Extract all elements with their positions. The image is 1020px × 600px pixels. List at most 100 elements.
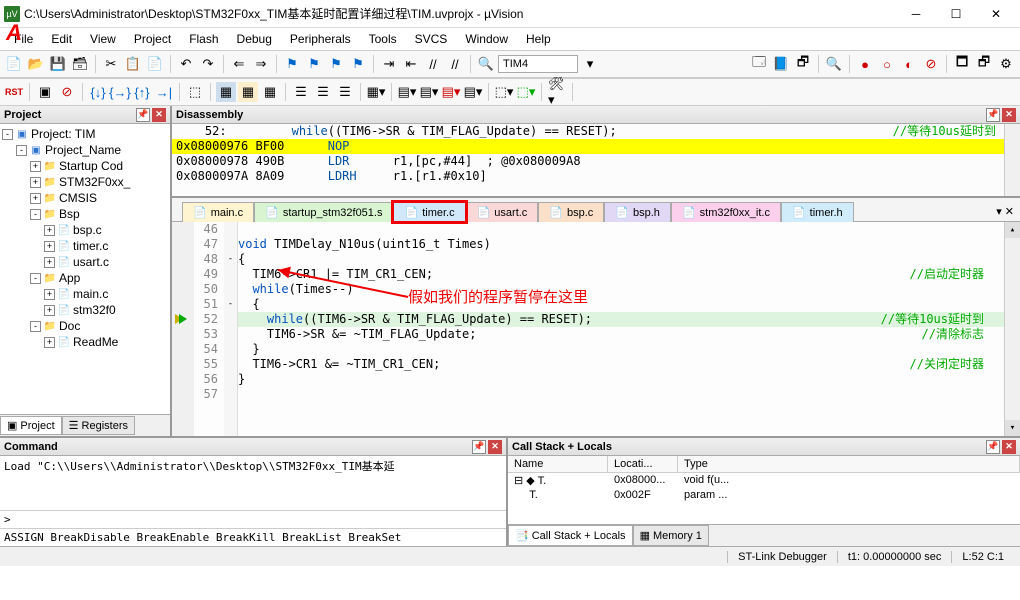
tab-memory[interactable]: ▦Memory 1 bbox=[633, 525, 709, 546]
tab-project[interactable]: ▣Project bbox=[0, 416, 62, 435]
disasm-line[interactable]: 0x08000978 490B LDR r1,[pc,#44] ; @0x080… bbox=[172, 154, 1020, 169]
panel-close-icon[interactable]: ✕ bbox=[1002, 440, 1016, 454]
col-name[interactable]: Name bbox=[508, 456, 608, 472]
tab-bsp-c[interactable]: 📄bsp.c bbox=[538, 202, 604, 222]
tree-toggle-icon[interactable]: + bbox=[30, 177, 41, 188]
tree-group-startup cod[interactable]: +📁Startup Cod bbox=[2, 158, 168, 174]
find-drop-icon[interactable]: ▾ bbox=[580, 54, 600, 74]
bp-kill-icon[interactable]: ⊘ bbox=[921, 54, 941, 74]
code-line[interactable] bbox=[238, 387, 1004, 402]
menu-help[interactable]: Help bbox=[518, 30, 559, 48]
code-line[interactable]: } bbox=[238, 342, 1004, 357]
indent-icon[interactable]: ⇥ bbox=[379, 54, 399, 74]
undo-icon[interactable]: ↶ bbox=[176, 54, 196, 74]
tree-group-cmsis[interactable]: +📁CMSIS bbox=[2, 190, 168, 206]
win3-icon[interactable]: ▦ bbox=[260, 82, 280, 102]
toggle-b-icon[interactable]: 📘 bbox=[771, 54, 791, 74]
tree-toggle-icon[interactable]: - bbox=[30, 273, 41, 284]
breakpoint-arrow-icon[interactable] bbox=[175, 312, 191, 326]
col-location[interactable]: Locati... bbox=[608, 456, 678, 472]
copy-icon[interactable]: 📋 bbox=[123, 54, 143, 74]
tree-group-app[interactable]: -📁App bbox=[2, 270, 168, 286]
config-icon[interactable]: ⚙ bbox=[996, 54, 1016, 74]
tab-close-icon[interactable]: ✕ bbox=[1005, 206, 1014, 218]
tab-bsp-h[interactable]: 📄bsp.h bbox=[604, 202, 671, 222]
disasm-line[interactable]: 0x08000976 BF00 NOP bbox=[172, 139, 1020, 154]
tree-file-stm32f0[interactable]: +📄stm32f0 bbox=[2, 302, 168, 318]
scroll-down-icon[interactable]: ▾ bbox=[1005, 420, 1020, 436]
bookmark-prev-icon[interactable]: ⚑ bbox=[304, 54, 324, 74]
disassembly-body[interactable]: 52: while((TIM6->SR & TIM_FLAG_Update) =… bbox=[172, 124, 1020, 196]
nav-back-icon[interactable]: ⇐ bbox=[229, 54, 249, 74]
tree-toggle-icon[interactable]: - bbox=[30, 321, 41, 332]
bp-enable-icon[interactable]: ○ bbox=[877, 54, 897, 74]
tree-target[interactable]: -▣Project_Name bbox=[2, 142, 168, 158]
toggle-a-icon[interactable]: 🗔 bbox=[749, 54, 769, 74]
tree-toggle-icon[interactable]: + bbox=[44, 305, 55, 316]
window-b-icon[interactable]: 🗗 bbox=[974, 54, 994, 74]
trace1-icon[interactable]: ⬚▾ bbox=[494, 82, 514, 102]
minimize-button[interactable]: ─ bbox=[896, 2, 936, 26]
code-line[interactable]: TIM6->SR &= ~TIM_FLAG_Update;//清除标志 bbox=[238, 327, 1004, 342]
run-icon[interactable]: ▣ bbox=[35, 82, 55, 102]
project-tree[interactable]: -▣Project: TIM-▣Project_Name+📁Startup Co… bbox=[0, 124, 170, 414]
disasm-line[interactable]: 0x0800097A 8A09 LDRH r1.[r1.#0x10] bbox=[172, 169, 1020, 184]
code-line[interactable] bbox=[238, 222, 1004, 237]
pin-icon[interactable]: 📌 bbox=[986, 108, 1000, 122]
scroll-up-icon[interactable]: ▴ bbox=[1005, 222, 1020, 238]
open-file-icon[interactable]: 📂 bbox=[26, 54, 46, 74]
stop-icon[interactable]: ⊘ bbox=[57, 82, 77, 102]
step-into-icon[interactable]: {↓} bbox=[88, 82, 108, 102]
callstack-body[interactable]: Name Locati... Type ⊟ ◆ T.0x08000...void… bbox=[508, 456, 1020, 524]
editor-scrollbar[interactable]: ▴ ▾ bbox=[1004, 222, 1020, 436]
bp-disable-icon[interactable]: ◐ bbox=[899, 54, 919, 74]
menu-svcs[interactable]: SVCS bbox=[407, 30, 456, 48]
win1-icon[interactable]: ▦ bbox=[216, 82, 236, 102]
tree-root[interactable]: -▣Project: TIM bbox=[2, 126, 168, 142]
win5-icon[interactable]: ☰ bbox=[313, 82, 333, 102]
tab-registers[interactable]: ☰Registers bbox=[62, 416, 135, 435]
win2-icon[interactable]: ▦ bbox=[238, 82, 258, 102]
tab-timer-h[interactable]: 📄timer.h bbox=[781, 202, 854, 222]
panel-close-icon[interactable]: ✕ bbox=[1002, 108, 1016, 122]
pin-icon[interactable]: 📌 bbox=[986, 440, 1000, 454]
trace2-icon[interactable]: ⬚▾ bbox=[516, 82, 536, 102]
tree-toggle-icon[interactable]: - bbox=[16, 145, 27, 156]
tree-group-bsp[interactable]: -📁Bsp bbox=[2, 206, 168, 222]
tab-startup_stm32f051-s[interactable]: 📄startup_stm32f051.s bbox=[254, 202, 393, 222]
menu-edit[interactable]: Edit bbox=[43, 30, 80, 48]
tree-file-main.c[interactable]: +📄main.c bbox=[2, 286, 168, 302]
save-all-icon[interactable]: 🗃 bbox=[70, 54, 90, 74]
menu-debug[interactable]: Debug bbox=[229, 30, 280, 48]
disasm-line[interactable]: 52: while((TIM6->SR & TIM_FLAG_Update) =… bbox=[172, 124, 1020, 139]
tree-file-usart.c[interactable]: +📄usart.c bbox=[2, 254, 168, 270]
cut-icon[interactable]: ✂ bbox=[101, 54, 121, 74]
tree-toggle-icon[interactable]: + bbox=[44, 257, 55, 268]
win4-icon[interactable]: ☰ bbox=[291, 82, 311, 102]
tab-dropdown-icon[interactable]: ▾ bbox=[996, 206, 1002, 218]
show-disasm-icon[interactable]: ⬚ bbox=[185, 82, 205, 102]
menu-view[interactable]: View bbox=[82, 30, 124, 48]
pin-icon[interactable]: 📌 bbox=[136, 108, 150, 122]
command-input[interactable] bbox=[15, 511, 506, 528]
code-line[interactable]: TIM6->CR1 &= ~TIM_CR1_CEN;//关闭定时器 bbox=[238, 357, 1004, 372]
tab-timer-c[interactable]: 📄timer.c bbox=[393, 202, 465, 222]
toggle-c-icon[interactable]: 🗗 bbox=[793, 54, 813, 74]
redo-icon[interactable]: ↷ bbox=[198, 54, 218, 74]
tree-toggle-icon[interactable]: + bbox=[44, 225, 55, 236]
find-folder-icon[interactable]: 🔍 bbox=[476, 54, 496, 74]
stack-row[interactable]: ⊟ ◆ T.0x08000...void f(u... bbox=[508, 473, 1020, 488]
debug-start-icon[interactable]: 🔍 bbox=[824, 54, 844, 74]
outdent-icon[interactable]: ⇤ bbox=[401, 54, 421, 74]
code-line[interactable]: while((TIM6->SR & TIM_FLAG_Update) == RE… bbox=[238, 312, 1004, 327]
code-line[interactable]: TIM6->CR1 |= TIM_CR1_CEN;//启动定时器 bbox=[238, 267, 1004, 282]
analysis4-icon[interactable]: ▤▾ bbox=[463, 82, 483, 102]
tree-toggle-icon[interactable]: + bbox=[44, 337, 55, 348]
maximize-button[interactable]: ☐ bbox=[936, 2, 976, 26]
tab-main-c[interactable]: 📄main.c bbox=[182, 202, 254, 222]
paste-icon[interactable]: 📄 bbox=[145, 54, 165, 74]
tab-callstack[interactable]: 📑Call Stack + Locals bbox=[508, 525, 633, 546]
tree-file-timer.c[interactable]: +📄timer.c bbox=[2, 238, 168, 254]
tools-icon[interactable]: 🛠▾ bbox=[547, 82, 567, 102]
tree-toggle-icon[interactable]: + bbox=[30, 193, 41, 204]
